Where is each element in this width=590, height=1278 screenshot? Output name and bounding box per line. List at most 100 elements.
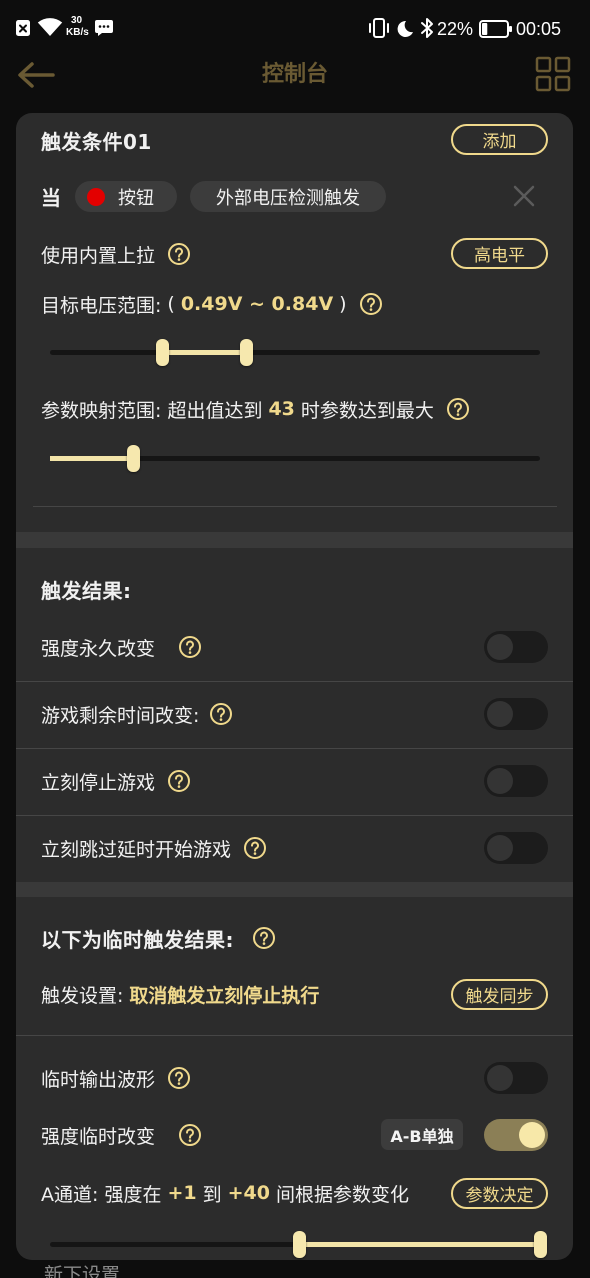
strength-permanent-toggle[interactable]	[484, 631, 548, 663]
voltage-range-slider[interactable]	[50, 338, 540, 366]
slider-handle-high[interactable]	[533, 1231, 547, 1258]
help-icon[interactable]	[168, 1067, 191, 1089]
divider	[16, 1035, 573, 1036]
channel-a-to: +40	[227, 1182, 270, 1204]
voltage-range-value: 0.49V ~ 0.84V	[180, 293, 334, 315]
close-icon[interactable]	[512, 184, 536, 212]
next-section-peek: 新下设置	[44, 1263, 244, 1278]
help-icon[interactable]	[253, 927, 275, 949]
param-map-suffix: 时参数达到最大	[300, 399, 434, 422]
channel-a-from: +1	[167, 1182, 197, 1204]
grid-icon[interactable]	[535, 56, 571, 96]
trigger-sync-button[interactable]: 触发同步	[451, 979, 548, 1010]
toggle-knob	[487, 835, 513, 861]
wifi-icon	[37, 17, 63, 41]
clock-time: 00:05	[516, 19, 562, 39]
stop-game-toggle[interactable]	[484, 765, 548, 797]
waveform-row: 临时输出波形	[41, 1062, 191, 1094]
slider-handle-high[interactable]	[239, 339, 253, 366]
page-title: 控制台	[261, 62, 328, 87]
trigger-type-chip[interactable]: 外部电压检测触发	[190, 181, 386, 212]
trigger-setting-label: 触发设置:	[41, 984, 124, 1007]
battery-icon	[479, 20, 513, 42]
waveform-label: 临时输出波形	[41, 1068, 156, 1091]
voltage-range-label: 目标电压范围:	[41, 294, 162, 317]
waveform-toggle[interactable]	[484, 1062, 548, 1094]
status-bar: 30 KB/s 22% 00:05	[0, 0, 590, 55]
when-label: 当	[41, 185, 62, 210]
divider	[33, 506, 557, 507]
help-icon[interactable]	[244, 837, 267, 859]
param-map-row: 参数映射范围: 超出值达到 43 时参数达到最大	[41, 393, 469, 425]
voltage-range-row: 目标电压范围: ( 0.49V ~ 0.84V )	[41, 288, 382, 320]
battery-fill	[482, 23, 488, 35]
net-speed-value: 30	[71, 15, 83, 26]
param-map-slider[interactable]	[50, 444, 540, 472]
help-icon[interactable]	[446, 398, 469, 420]
help-icon[interactable]	[168, 243, 191, 265]
skip-delay-toggle[interactable]	[484, 832, 548, 864]
slider-fill	[299, 1242, 540, 1247]
next-section-label: 新下设置	[44, 1264, 121, 1278]
slider-track[interactable]	[50, 350, 540, 355]
toggle-row-strength-permanent: 强度永久改变	[41, 631, 202, 663]
results-title: 触发结果:	[41, 578, 132, 603]
pullup-level-button[interactable]: 高电平	[451, 238, 548, 269]
toggle-knob	[487, 1065, 513, 1091]
toggle-label: 立刻跳过延时开始游戏	[41, 838, 232, 861]
toggle-row-skip-delay: 立刻跳过延时开始游戏	[41, 832, 267, 864]
temp-results-title: 以下为临时触发结果:	[41, 927, 234, 952]
param-map-label: 参数映射范围: 超出值达到	[41, 399, 263, 422]
notification-icon	[15, 19, 31, 41]
temp-results-row: 以下为临时触发结果:	[41, 922, 275, 954]
divider	[16, 681, 573, 682]
toggle-label: 强度永久改变	[41, 637, 156, 660]
bluetooth-icon	[420, 17, 434, 43]
strength-temp-toggle[interactable]	[484, 1119, 548, 1151]
moon-icon	[396, 20, 414, 42]
message-icon	[94, 19, 114, 41]
record-dot-icon	[87, 187, 105, 206]
trigger-setting-value: 取消触发立刻停止执行	[129, 984, 320, 1007]
channel-a-joiner: 到	[202, 1183, 222, 1206]
help-icon[interactable]	[168, 770, 191, 792]
game-time-toggle[interactable]	[484, 698, 548, 730]
toggle-label: 立刻停止游戏	[41, 771, 156, 794]
strength-temp-label: 强度临时改变	[41, 1125, 156, 1148]
help-icon[interactable]	[179, 1124, 202, 1146]
slider-handle[interactable]	[126, 445, 140, 472]
pullup-row: 使用内置上拉	[41, 238, 191, 270]
channel-a-suffix: 间根据参数变化	[275, 1183, 409, 1206]
section-separator	[16, 882, 573, 897]
channel-a-range-slider[interactable]	[50, 1230, 547, 1258]
trigger-card: 触发条件01 添加 当 按钮 外部电压检测触发 使用内置上拉 高电平 目标电压范…	[16, 113, 573, 1260]
toggle-knob	[487, 701, 513, 727]
trigger-setting-row: 触发设置: 取消触发立刻停止执行	[41, 978, 319, 1010]
toggle-row-stop-game: 立刻停止游戏	[41, 765, 191, 797]
net-speed-unit: KB/s	[66, 27, 89, 38]
channel-a-row: A通道: 强度在 +1 到 +40 间根据参数变化	[41, 1177, 409, 1209]
section-separator	[16, 532, 573, 548]
add-button[interactable]: 添加	[451, 124, 548, 155]
source-chip-label: 按钮	[118, 187, 154, 209]
voltage-close-paren: )	[339, 293, 347, 315]
slider-fill	[162, 350, 246, 355]
slider-handle-low[interactable]	[156, 339, 170, 366]
toggle-row-game-time: 游戏剩余时间改变:	[41, 698, 233, 730]
battery-percent: 22%	[437, 19, 474, 39]
param-decide-button[interactable]: 参数决定	[451, 1178, 548, 1209]
help-icon[interactable]	[179, 636, 202, 658]
source-chip-button[interactable]: 按钮	[75, 181, 177, 212]
help-icon[interactable]	[210, 703, 233, 725]
condition-title: 触发条件01	[41, 129, 152, 154]
divider	[16, 748, 573, 749]
voltage-open-paren: (	[167, 293, 175, 315]
help-icon[interactable]	[359, 293, 382, 315]
toggle-knob	[487, 634, 513, 660]
ab-mode-chip[interactable]: A-B单独	[381, 1119, 463, 1150]
pullup-label: 使用内置上拉	[41, 244, 156, 267]
slider-fill	[50, 456, 134, 461]
vibrate-icon	[367, 17, 391, 43]
divider	[16, 815, 573, 816]
slider-handle-low[interactable]	[293, 1231, 307, 1258]
